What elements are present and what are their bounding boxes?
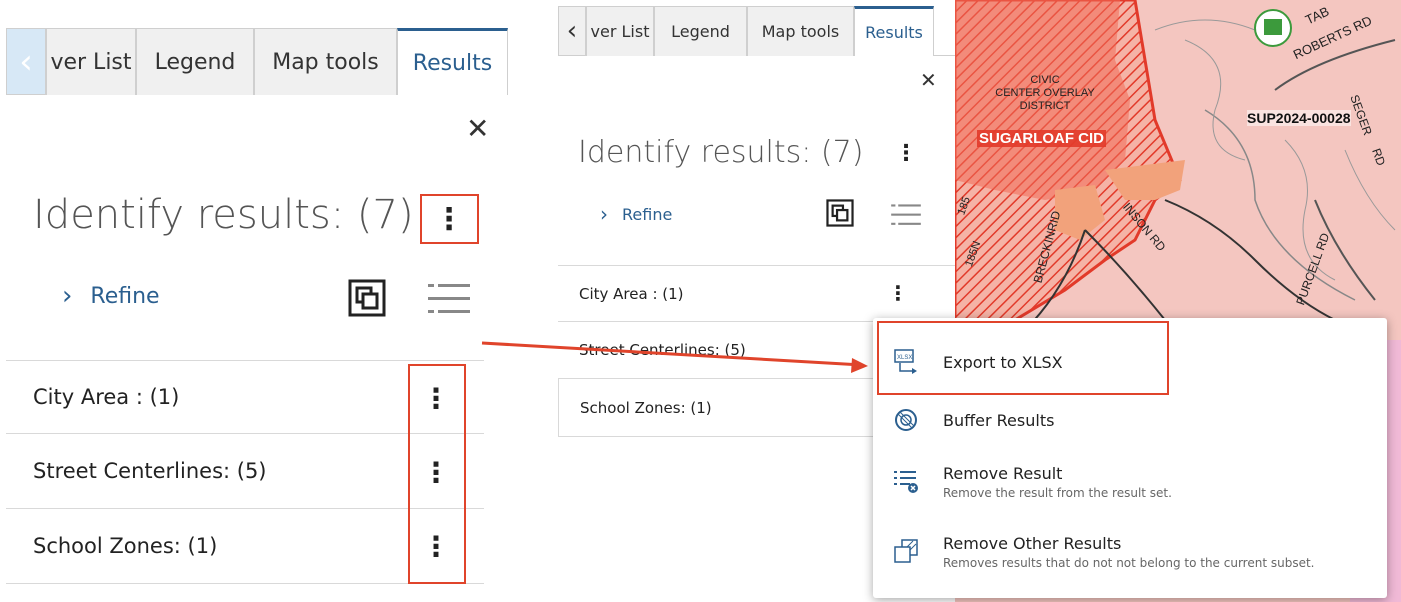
menu-item-remove-result[interactable]: Remove Result Remove the result from the… <box>873 464 1387 500</box>
menu-item-buffer-results[interactable]: Buffer Results <box>873 404 1387 436</box>
highlight-box <box>877 321 1169 395</box>
menu-item-description: Removes results that do not not belong t… <box>943 556 1315 570</box>
menu-item-label: Remove Result <box>943 464 1063 483</box>
menu-item-remove-other-results[interactable]: Remove Other Results Removes results tha… <box>873 534 1387 570</box>
menu-item-label: Remove Other Results <box>943 534 1122 553</box>
menu-item-description: Remove the result from the result set. <box>943 486 1172 500</box>
remove-result-icon <box>889 464 923 494</box>
buffer-icon <box>889 408 923 432</box>
remove-other-icon <box>889 534 923 564</box>
row-context-menu: XLSX Export to XLSX Buffer Results Remov… <box>873 318 1387 598</box>
menu-item-label: Buffer Results <box>943 410 1055 430</box>
